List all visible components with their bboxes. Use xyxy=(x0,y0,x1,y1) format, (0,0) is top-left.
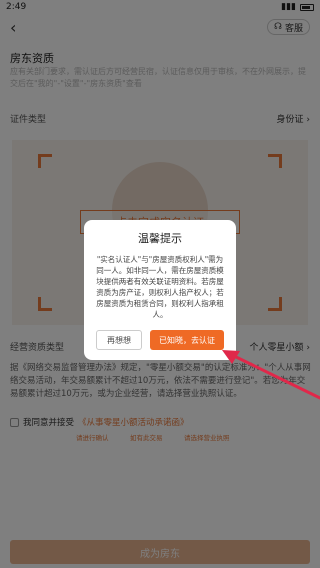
think-again-button[interactable]: 再想想 xyxy=(96,330,142,350)
go-verify-button[interactable]: 已知晓，去认证 xyxy=(150,330,224,350)
dialog-body: "实名认证人"与"房屋资质权利人"需为同一人。如非同一人，需在房屋资质模块提供两… xyxy=(96,255,224,319)
dialog-title: 温馨提示 xyxy=(138,232,182,245)
notice-dialog: 温馨提示 "实名认证人"与"房屋资质权利人"需为同一人。如非同一人，需在房屋资质… xyxy=(84,220,236,360)
pointer-arrow-icon xyxy=(222,350,320,400)
dialog-buttons: 再想想 已知晓，去认证 xyxy=(96,330,224,350)
